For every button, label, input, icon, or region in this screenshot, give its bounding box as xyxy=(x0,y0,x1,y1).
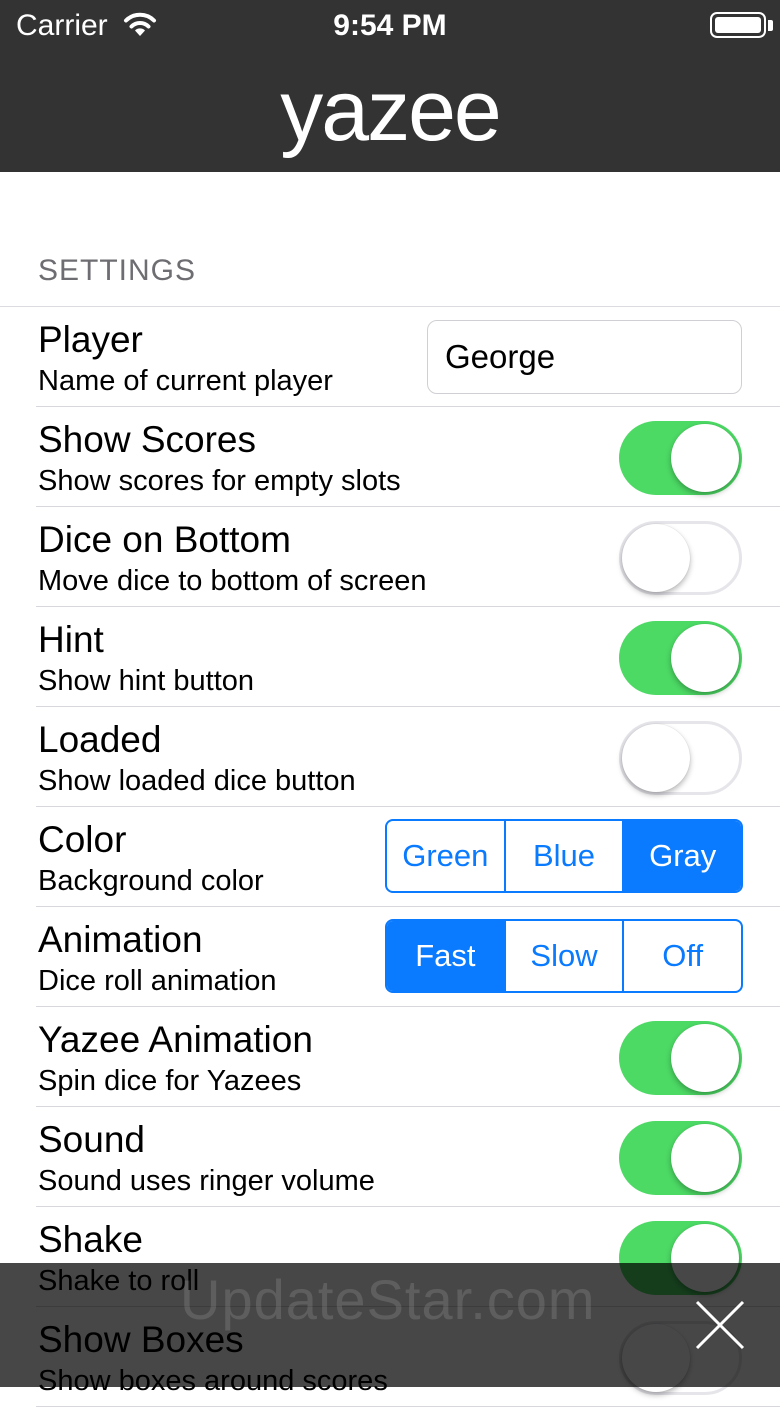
switch-knob xyxy=(671,424,739,492)
setting-title: Color xyxy=(38,819,127,860)
setting-row-yazee-animation: Yazee Animation Spin dice for Yazees xyxy=(0,1007,780,1107)
show-scores-switch[interactable] xyxy=(619,421,742,495)
setting-subtitle: Background color xyxy=(38,865,264,897)
setting-title: Yazee Animation xyxy=(38,1019,313,1060)
segment-green[interactable]: Green xyxy=(387,821,506,891)
ad-overlay: UpdateStar.com xyxy=(0,1263,780,1387)
setting-subtitle: Name of current player xyxy=(38,365,333,397)
setting-row-color: Color Background color Green Blue Gray xyxy=(0,807,780,907)
setting-row-sound: Sound Sound uses ringer volume xyxy=(0,1107,780,1207)
status-bar: Carrier 9:54 PM xyxy=(0,0,780,54)
setting-row-animation: Animation Dice roll animation Fast Slow Off xyxy=(0,907,780,1007)
status-time: 9:54 PM xyxy=(333,9,447,42)
battery-tip xyxy=(768,20,773,31)
setting-subtitle: Sound uses ringer volume xyxy=(38,1165,375,1197)
setting-subtitle: Move dice to bottom of screen xyxy=(38,565,427,597)
setting-title: Loaded xyxy=(38,719,162,760)
dice-on-bottom-switch[interactable] xyxy=(619,521,742,595)
setting-subtitle: Show hint button xyxy=(38,665,255,697)
setting-title: Dice on Bottom xyxy=(38,519,291,560)
close-icon[interactable] xyxy=(694,1299,746,1351)
segment-fast[interactable]: Fast xyxy=(387,921,506,991)
switch-knob xyxy=(671,624,739,692)
yazee-animation-switch[interactable] xyxy=(619,1021,742,1095)
section-header: SETTINGS xyxy=(38,254,197,287)
setting-row-player: Player Name of current player George xyxy=(0,307,780,407)
segment-off[interactable]: Off xyxy=(624,921,741,991)
loaded-switch[interactable] xyxy=(619,721,742,795)
setting-title: Shake xyxy=(38,1219,143,1260)
setting-row-loaded: Loaded Show loaded dice button xyxy=(0,707,780,807)
switch-knob xyxy=(671,1024,739,1092)
setting-subtitle: Spin dice for Yazees xyxy=(38,1065,302,1097)
setting-title: Show Scores xyxy=(38,419,256,460)
navigation-bar: yazee xyxy=(0,54,780,172)
sound-switch[interactable] xyxy=(619,1121,742,1195)
watermark-text: UpdateStar.com xyxy=(180,1268,596,1331)
segment-gray[interactable]: Gray xyxy=(624,821,741,891)
switch-knob xyxy=(622,524,690,592)
setting-subtitle: Dice roll animation xyxy=(38,965,277,997)
switch-knob xyxy=(622,724,690,792)
animation-segmented-control: Fast Slow Off xyxy=(385,919,743,993)
battery-icon xyxy=(710,12,766,38)
player-name-field[interactable]: George xyxy=(427,320,742,394)
setting-title: Sound xyxy=(38,1119,145,1160)
setting-row-dice-on-bottom: Dice on Bottom Move dice to bottom of scr… xyxy=(0,507,780,607)
setting-title: Player xyxy=(38,319,143,360)
setting-row-show-scores: Show Scores Show scores for empty slots xyxy=(0,407,780,507)
switch-knob xyxy=(671,1124,739,1192)
setting-row-hint: Hint Show hint button xyxy=(0,607,780,707)
app-title: yazee xyxy=(280,63,502,159)
segment-blue[interactable]: Blue xyxy=(506,821,625,891)
setting-subtitle: Show loaded dice button xyxy=(38,765,356,797)
setting-title: Hint xyxy=(38,619,104,660)
color-segmented-control: Green Blue Gray xyxy=(385,819,743,893)
setting-subtitle: Show scores for empty slots xyxy=(38,465,401,497)
hint-switch[interactable] xyxy=(619,621,742,695)
segment-slow[interactable]: Slow xyxy=(506,921,625,991)
setting-title: Animation xyxy=(38,919,203,960)
